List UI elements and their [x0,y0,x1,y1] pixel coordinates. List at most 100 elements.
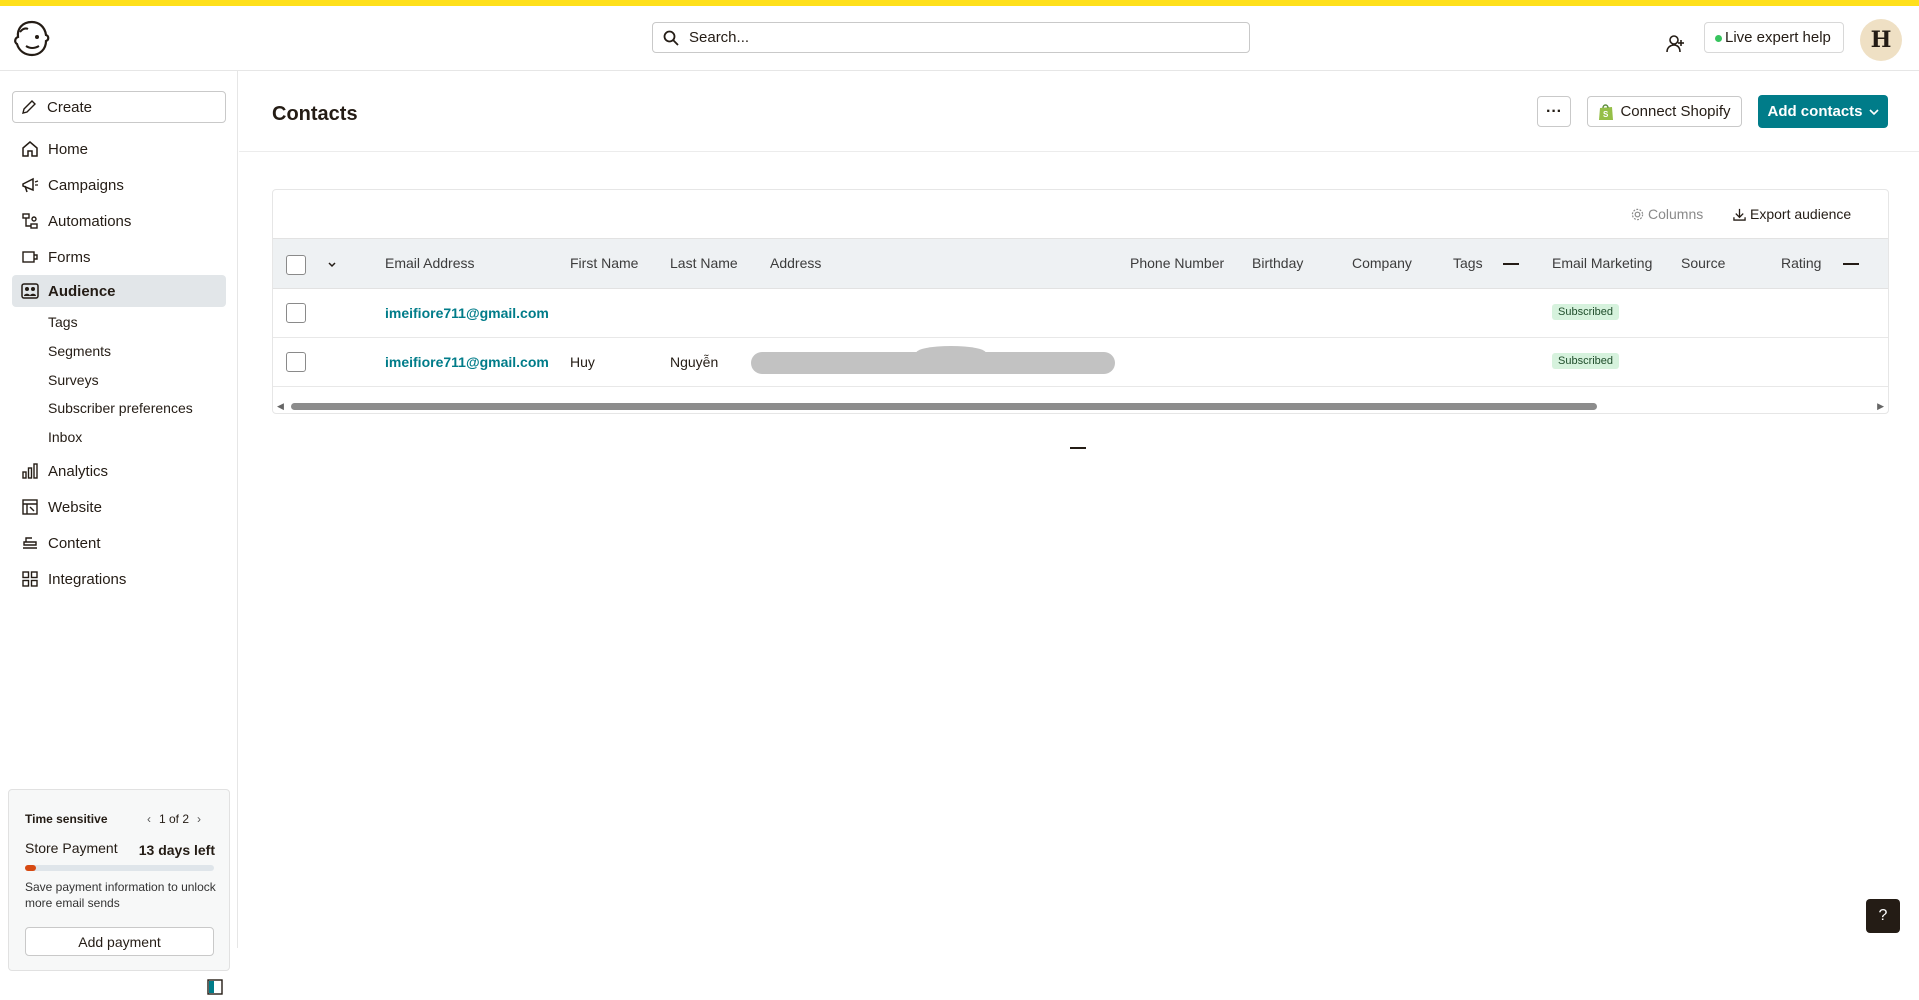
contact-email-link[interactable]: imeifiore711@gmail.com [385,305,549,321]
column-header-phone[interactable]: Phone Number [1130,255,1224,271]
promo-label: Time sensitive [25,812,108,826]
sidebar-item-label: Home [48,140,89,158]
help-button[interactable]: ? [1866,899,1900,933]
column-header-rating[interactable]: Rating [1781,255,1821,271]
promo-progress-fill [25,865,37,871]
audience-icon [20,281,40,301]
sidebar-subitem-inbox[interactable]: Inbox [48,426,82,448]
time-sensitive-card: Time sensitive ‹ 1 of 2 › Store Payment … [8,789,230,971]
promo-pager: ‹ 1 of 2 › [147,812,201,826]
status-badge: Subscribed [1552,353,1620,369]
sidebar-item-content[interactable]: Content [12,527,226,559]
download-icon [1733,208,1746,221]
chevron-down-icon[interactable] [328,261,336,269]
contacts-person-icon[interactable] [1666,34,1686,59]
sidebar-item-website[interactable]: Website [12,491,226,523]
sidebar-item-label: Forms [48,248,91,266]
add-payment-button[interactable]: Add payment [25,927,214,956]
contacts-table: Columns Export audience Email Address Fi… [272,189,1889,414]
add-contacts-button[interactable]: Add contacts [1758,95,1888,128]
live-expert-help-button[interactable]: Live expert help [1704,22,1844,53]
promo-progress-bar [25,865,214,871]
column-header-last-name[interactable]: Last Name [670,255,738,271]
table-row[interactable]: imeifiore711@gmail.com Subscribed [273,289,1888,338]
connect-shopify-button[interactable]: S Connect Shopify [1587,96,1742,127]
sidebar: Create Home Campaigns Automations Forms … [0,71,238,995]
sidebar-subitem-segments[interactable]: Segments [48,340,111,362]
sidebar-item-analytics[interactable]: Analytics [12,455,226,487]
sidebar-item-integrations[interactable]: Integrations [12,563,226,595]
expert-label: Live expert help [1725,29,1831,46]
redacted-address [751,346,1115,374]
columns-button[interactable]: Columns [1631,206,1703,222]
first-name-cell: Huy [570,354,595,370]
sidebar-item-automations[interactable]: Automations [12,205,226,237]
scrollbar-thumb[interactable] [291,403,1597,410]
column-header-email[interactable]: Email Address [385,255,474,271]
chevron-left-icon[interactable]: ‹ [147,812,151,826]
sidebar-item-label: Audience [48,282,116,300]
sidebar-item-home[interactable]: Home [12,133,226,165]
table-row[interactable]: imeifiore711@gmail.com Huy Nguyễn Subscr… [273,338,1888,387]
create-button[interactable]: Create [12,91,226,123]
pager-text: 1 of 2 [159,812,190,826]
select-all-checkbox[interactable] [286,255,306,275]
home-icon [20,139,40,159]
shopify-bag-icon: S [1599,103,1614,120]
website-icon [20,497,40,517]
sidebar-item-label: Website [48,498,102,516]
sidebar-item-label: Analytics [48,462,109,480]
more-options-button[interactable]: ··· [1537,96,1571,127]
column-header-tags[interactable]: Tags [1453,255,1483,271]
sidebar-item-label: Integrations [48,570,127,588]
export-audience-button[interactable]: Export audience [1733,206,1851,222]
promo-days-left: 13 days left [138,842,215,858]
column-loading-indicator [1843,263,1859,265]
sidebar-subitem-subscriber-preferences[interactable]: Subscriber preferences [48,397,193,419]
sidebar-item-label: Automations [48,212,132,230]
search-input[interactable] [687,28,1231,47]
chevron-down-icon [1868,108,1879,115]
horizontal-scrollbar[interactable]: ◀ ▶ [273,399,1888,413]
column-header-company[interactable]: Company [1352,255,1412,271]
sidebar-subitem-tags[interactable]: Tags [48,311,78,333]
column-header-birthday[interactable]: Birthday [1252,255,1303,271]
collapse-sidebar-icon[interactable] [207,979,223,995]
bar-chart-icon [20,461,40,481]
column-header-address[interactable]: Address [770,255,821,271]
grid-icon [20,569,40,589]
column-header-email-marketing[interactable]: Email Marketing [1552,255,1652,271]
status-dot-icon [1715,35,1722,42]
row-checkbox[interactable] [286,303,306,323]
table-header-row: Email Address First Name Last Name Addre… [273,238,1888,289]
sidebar-item-label: Campaigns [48,176,124,194]
megaphone-icon [20,175,40,195]
avatar[interactable]: H [1860,19,1902,61]
last-name-cell: Nguyễn [670,354,719,370]
top-bar: Live expert help H [0,6,1919,71]
flow-icon [20,211,40,231]
scroll-right-arrow-icon[interactable]: ▶ [1877,401,1884,412]
contact-email-link[interactable]: imeifiore711@gmail.com [385,354,549,370]
search-box[interactable] [652,22,1250,53]
column-loading-indicator [1503,263,1519,265]
promo-description: Save payment information to unlock more … [25,880,216,910]
column-header-source[interactable]: Source [1681,255,1725,271]
export-label: Export audience [1750,206,1852,222]
gear-icon [1631,208,1644,220]
column-header-first-name[interactable]: First Name [570,255,638,271]
sidebar-item-forms[interactable]: Forms [12,241,226,273]
loading-indicator [1070,447,1086,449]
mailchimp-logo-icon[interactable] [12,18,52,58]
sidebar-item-audience[interactable]: Audience [12,275,226,307]
columns-label: Columns [1648,206,1704,222]
table-toolbar: Columns Export audience [273,190,1888,238]
chevron-right-icon[interactable]: › [197,812,201,826]
sidebar-subitem-surveys[interactable]: Surveys [48,369,99,391]
sidebar-item-campaigns[interactable]: Campaigns [12,169,226,201]
page-title: Contacts [272,103,358,125]
create-label: Create [47,98,93,116]
row-checkbox[interactable] [286,352,306,372]
header-divider [239,151,1919,152]
scroll-left-arrow-icon[interactable]: ◀ [277,401,284,412]
